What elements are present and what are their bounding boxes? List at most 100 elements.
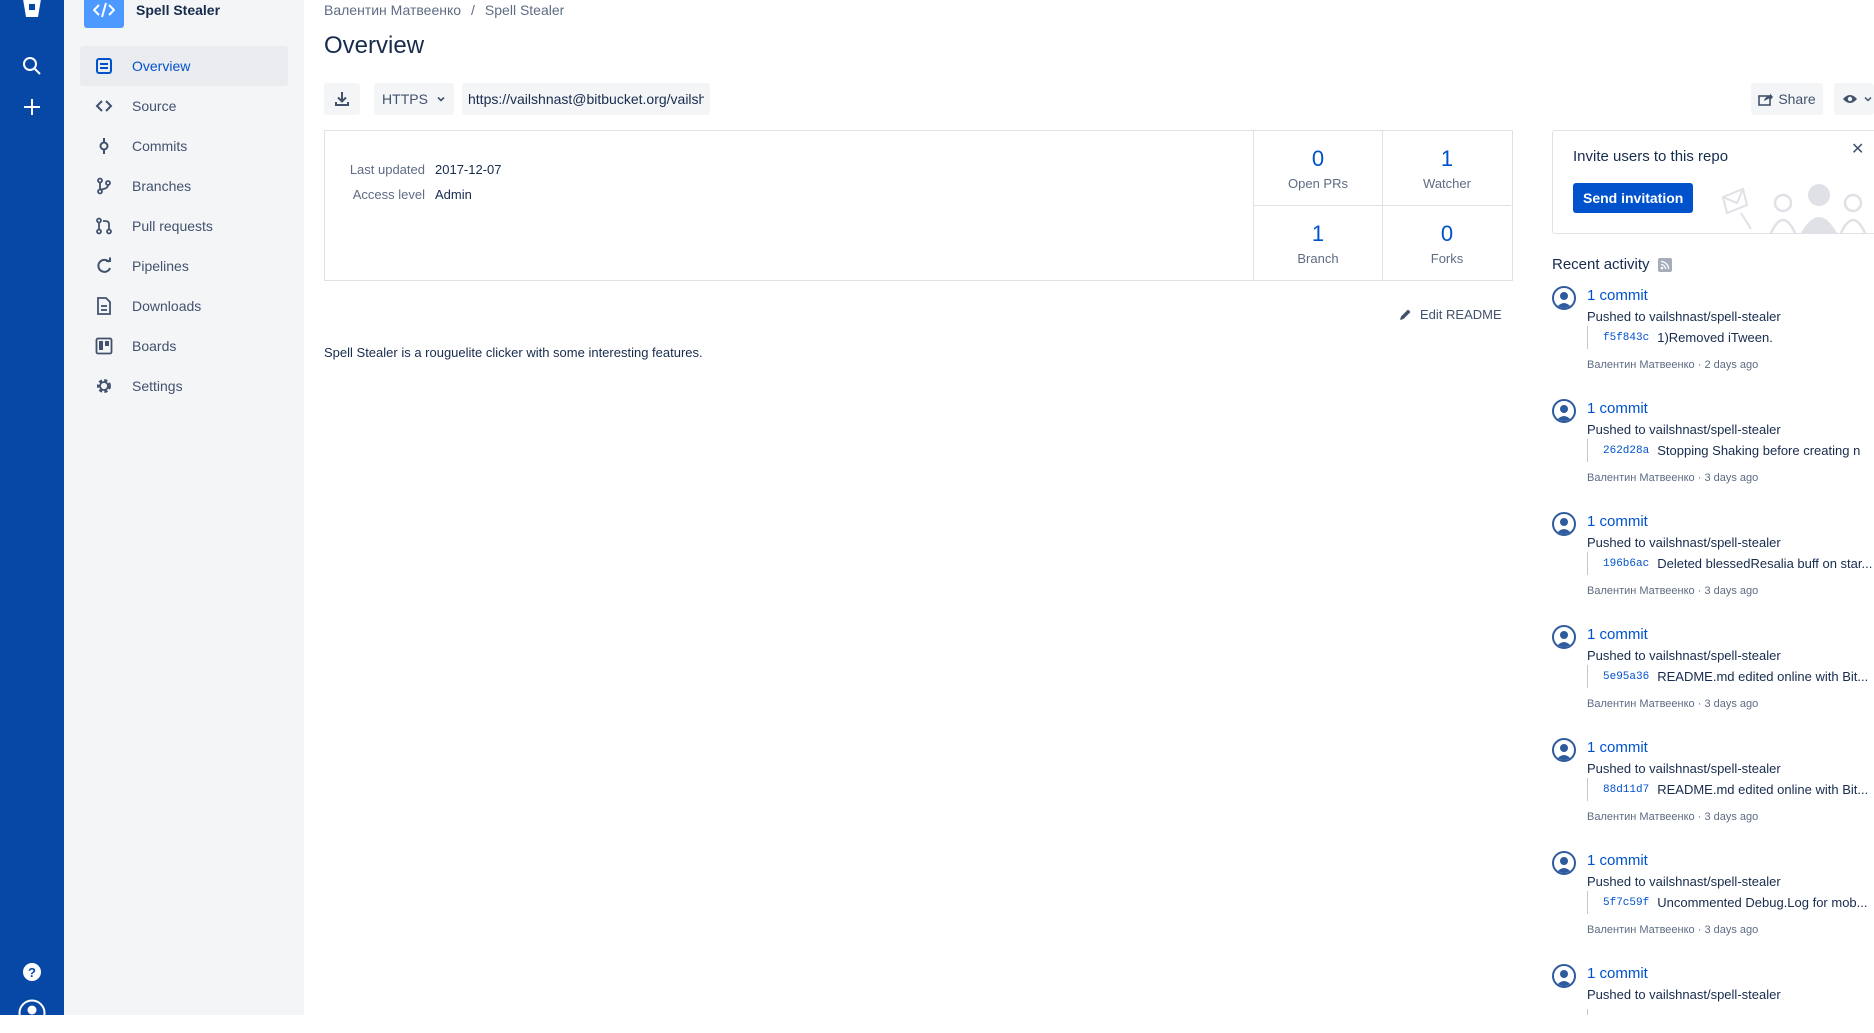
branches-icon <box>94 176 114 196</box>
invite-panel: Invite users to this repo Send invitatio… <box>1552 130 1874 234</box>
activity-pushed-text: Pushed to vailshnast/spell-stealer <box>1587 874 1781 889</box>
user-avatar-icon <box>1552 964 1576 988</box>
readme-content: Spell Stealer is a rouguelite clicker wi… <box>324 345 703 360</box>
download-button[interactable] <box>324 83 360 115</box>
activity-commit-link[interactable]: 1 commit <box>1587 400 1648 417</box>
last-updated-value: 2017-12-07 <box>435 162 502 177</box>
stat-value: 0 <box>1311 145 1325 171</box>
user-avatar-icon <box>1552 512 1576 536</box>
commit-message: README.md edited online with Bit... <box>1657 782 1869 797</box>
commit-hash-link[interactable]: f5f843c <box>1603 332 1649 344</box>
profile-avatar-icon[interactable] <box>12 993 52 1033</box>
activity-pushed-text: Pushed to vailshnast/spell-stealer <box>1587 987 1781 1002</box>
rss-feed-icon[interactable] <box>1657 257 1672 272</box>
commits-icon <box>94 136 114 156</box>
code-icon <box>84 0 124 28</box>
sidebar-item-overview[interactable]: Overview <box>80 46 288 86</box>
global-nav: ? <box>0 0 64 1027</box>
user-avatar-icon <box>1552 625 1576 649</box>
stat-forks[interactable]: 0 Forks <box>1382 206 1511 281</box>
commit-message: Deleted blessedResalia buff on star... <box>1657 556 1873 571</box>
stat-label: Forks <box>1430 251 1464 266</box>
activity-commit-link[interactable]: 1 commit <box>1587 739 1648 756</box>
activity-commit-link[interactable]: 1 commit <box>1587 287 1648 304</box>
activity-commit-row: 5e95a36 README.md edited online with Bit… <box>1587 665 1874 688</box>
activity-author-time: Валентин Матвеенко · 3 days ago <box>1587 698 1759 710</box>
access-level-row: Access level Admin <box>345 182 502 207</box>
sidebar-item-source[interactable]: Source <box>80 86 288 126</box>
send-invitation-button[interactable]: Send invitation <box>1573 183 1694 213</box>
watch-button[interactable] <box>1834 83 1874 115</box>
downloads-icon <box>94 296 114 316</box>
bitbucket-logo-icon[interactable] <box>12 0 52 28</box>
help-icon[interactable]: ? <box>12 952 52 992</box>
clone-protocol-select[interactable]: HTTPS <box>374 83 454 115</box>
commit-hash-link[interactable]: 5e95a36 <box>1603 671 1649 683</box>
commit-hash-link[interactable]: 5f7c59f <box>1603 897 1649 909</box>
user-avatar-icon <box>1552 851 1576 875</box>
clone-url-input[interactable] <box>462 83 710 115</box>
sidebar-item-label: Overview <box>132 58 191 74</box>
activity-author-time: Валентин Матвеенко · 3 days ago <box>1587 924 1759 936</box>
activity-commit-link[interactable]: 1 commit <box>1587 965 1648 982</box>
activity-pushed-text: Pushed to vailshnast/spell-stealer <box>1587 422 1781 437</box>
sidebar-item-commits[interactable]: Commits <box>80 126 288 166</box>
commit-hash-link[interactable]: 262d28a <box>1603 445 1649 457</box>
repo-meta: Last updated 2017-12-07 Access level Adm… <box>345 157 502 207</box>
activity-author-time: Валентин Матвеенко · 3 days ago <box>1587 585 1759 597</box>
last-updated-row: Last updated 2017-12-07 <box>345 157 502 182</box>
sidebar-item-boards[interactable]: Boards <box>80 326 288 366</box>
share-icon <box>1758 93 1774 106</box>
stat-label: Open PRs <box>1288 175 1348 191</box>
activity-item: 1 commit Pushed to vailshnast/spell-stea… <box>1552 625 1874 725</box>
commit-message: Uncommented Debug.Log for mob... <box>1657 895 1868 910</box>
last-updated-label: Last updated <box>349 162 425 177</box>
source-icon <box>94 96 114 116</box>
commit-message: Stopping Shaking before creating n <box>1657 443 1861 458</box>
pipelines-icon <box>94 256 114 276</box>
stat-label: Watcher <box>1423 175 1471 191</box>
activity-item: 1 commit Pushed to vailshnast/spell-stea… <box>1552 512 1874 612</box>
commit-hash-link[interactable]: 196b6ac <box>1603 558 1649 570</box>
activity-author-time: Валентин Матвеенко · 3 days ago <box>1587 811 1759 823</box>
edit-readme-button[interactable]: Edit README <box>1398 307 1502 322</box>
stat-open-prs[interactable]: 0 Open PRs <box>1253 131 1382 206</box>
overview-icon <box>94 56 114 76</box>
sidebar-item-label: Settings <box>132 378 183 394</box>
pencil-icon <box>1400 309 1411 320</box>
activity-item: 1 commit Pushed to vailshnast/spell-stea… <box>1552 851 1874 951</box>
sidebar-item-pipelines[interactable]: Pipelines <box>80 246 288 286</box>
activity-author-time: Валентин Матвеенко · 2 days ago <box>1587 359 1759 371</box>
sidebar-item-label: Pull requests <box>132 218 213 234</box>
stat-branch[interactable]: 1 Branch <box>1253 206 1382 281</box>
breadcrumb-owner-link[interactable]: Валентин Матвеенко <box>324 2 461 18</box>
sidebar-item-pull-requests[interactable]: Pull requests <box>80 206 288 246</box>
stat-value: 0 <box>1440 221 1454 246</box>
stat-watcher[interactable]: 1 Watcher <box>1382 131 1511 206</box>
breadcrumb-separator: / <box>471 2 475 18</box>
close-icon[interactable]: ✕ <box>1851 139 1864 159</box>
stat-value: 1 <box>1311 221 1325 246</box>
sidebar-item-label: Downloads <box>132 298 202 314</box>
sidebar-item-downloads[interactable]: Downloads <box>80 286 288 326</box>
share-button[interactable]: Share <box>1751 83 1823 115</box>
activity-pushed-text: Pushed to vailshnast/spell-stealer <box>1587 761 1781 776</box>
user-avatar-icon <box>1552 399 1576 423</box>
activity-commit-link[interactable]: 1 commit <box>1587 513 1648 530</box>
sidebar-item-branches[interactable]: Branches <box>80 166 288 206</box>
repo-header[interactable]: Spell Stealer <box>84 0 220 28</box>
commit-hash-link[interactable]: 88d11d7 <box>1603 784 1649 796</box>
create-icon[interactable] <box>12 87 52 127</box>
chevron-down-icon <box>1864 96 1872 102</box>
activity-commit-row: 262d28a Stopping Shaking before creating… <box>1587 439 1874 462</box>
breadcrumb-repo-link[interactable]: Spell Stealer <box>485 2 564 18</box>
activity-item: 1 commit Pushed to vailshnast/spell-stea… <box>1552 399 1874 499</box>
activity-commit-row: 5f7c59f Uncommented Debug.Log for mob... <box>1587 891 1874 914</box>
sidebar-item-settings[interactable]: Settings <box>80 366 288 406</box>
activity-commit-link[interactable]: 1 commit <box>1587 626 1648 643</box>
pull-requests-icon <box>94 216 114 236</box>
sidebar-item-label: Commits <box>132 138 188 154</box>
search-icon[interactable] <box>12 46 52 86</box>
activity-commit-link[interactable]: 1 commit <box>1587 852 1648 869</box>
activity-commit-row: 88d11d7 README.md edited online with Bit… <box>1587 778 1874 801</box>
